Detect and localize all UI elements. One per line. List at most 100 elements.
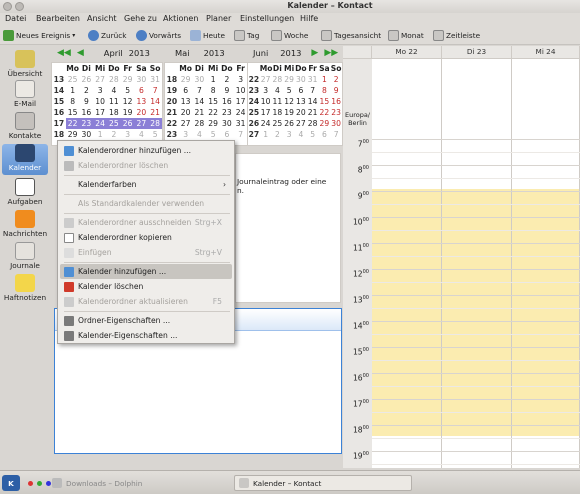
- day-cell[interactable]: 12: [121, 96, 135, 107]
- day-cell[interactable]: 15: [66, 107, 80, 118]
- day-cell[interactable]: 4: [135, 129, 149, 140]
- week-row[interactable]: 27 1 2 3 4 5 6 7: [248, 129, 342, 140]
- day-cell[interactable]: 3: [179, 129, 193, 140]
- day-cell[interactable]: 3: [121, 129, 135, 140]
- menu-item-add-calendar[interactable]: Kalender hinzufügen ...: [60, 264, 232, 279]
- day-cell[interactable]: 23: [330, 107, 342, 118]
- day-cell[interactable]: 9: [330, 85, 342, 96]
- day-cell[interactable]: 17: [93, 107, 107, 118]
- menu-bearbeiten[interactable]: Bearbeiten: [36, 14, 80, 23]
- taskbar-item-kontact[interactable]: Kalender – Kontact: [234, 475, 412, 491]
- taskbar-item-dolphin[interactable]: Downloads – Dolphin: [48, 475, 226, 491]
- day-cell[interactable]: 29: [179, 74, 193, 85]
- sidebar-item-aufgaben[interactable]: Aufgaben: [2, 178, 48, 206]
- month-april[interactable]: April: [104, 48, 123, 58]
- day-column-di[interactable]: [442, 59, 512, 468]
- day-cell[interactable]: 6: [295, 85, 307, 96]
- week-number[interactable]: 19: [165, 85, 179, 96]
- week-number[interactable]: 17: [52, 118, 66, 129]
- day-cell[interactable]: 3: [234, 74, 248, 85]
- week-number[interactable]: 23: [248, 85, 260, 96]
- sidebar-item-email[interactable]: E-Mail: [2, 80, 48, 108]
- day-cell[interactable]: 1: [66, 85, 80, 96]
- week-number[interactable]: 13: [52, 74, 66, 85]
- day-cell[interactable]: 5: [206, 129, 220, 140]
- day-column-mo[interactable]: [372, 59, 442, 468]
- day-cell[interactable]: 1: [319, 74, 331, 85]
- week-row[interactable]: 16 15 16 17 18 19 20 21: [52, 107, 162, 118]
- day-cell[interactable]: 5: [148, 129, 162, 140]
- day-header-mi[interactable]: Mi 24: [512, 46, 580, 59]
- menu-hilfe[interactable]: Hilfe: [300, 14, 318, 23]
- day-cell[interactable]: 29: [319, 118, 331, 129]
- week-view-button[interactable]: Woche: [271, 29, 308, 42]
- day-cell[interactable]: 13: [295, 96, 307, 107]
- day-cell[interactable]: 29: [206, 118, 220, 129]
- week-number[interactable]: 15: [52, 96, 66, 107]
- day-cell[interactable]: 25: [107, 118, 121, 129]
- day-cell[interactable]: 21: [193, 107, 207, 118]
- day-cell[interactable]: 2: [220, 74, 234, 85]
- day-cell[interactable]: 2: [107, 129, 121, 140]
- day-cell[interactable]: 8: [66, 96, 80, 107]
- day-cell[interactable]: 17: [234, 96, 248, 107]
- day-cell[interactable]: 30: [330, 118, 342, 129]
- week-number[interactable]: 22: [165, 118, 179, 129]
- day-cell[interactable]: 31: [234, 118, 248, 129]
- day-cell[interactable]: 20: [295, 107, 307, 118]
- week-number[interactable]: 26: [248, 118, 260, 129]
- week-row[interactable]: 233456789: [248, 85, 342, 96]
- day-cell[interactable]: 18: [107, 107, 121, 118]
- menu-einstellungen[interactable]: Einstellungen: [240, 14, 294, 23]
- day-cell[interactable]: 26: [80, 74, 94, 85]
- day-cell[interactable]: 6: [319, 129, 331, 140]
- day-cell[interactable]: 31: [148, 74, 162, 85]
- year-juni[interactable]: 2013: [280, 48, 301, 58]
- menu-item-cut-folder[interactable]: Kalenderordner ausschneiden Strg+X: [60, 215, 232, 230]
- day-cell[interactable]: 23: [79, 118, 94, 129]
- day-cell[interactable]: 4: [272, 85, 284, 96]
- day-cell[interactable]: 7: [234, 129, 248, 140]
- sidebar-item-journale[interactable]: Journale: [2, 242, 48, 270]
- menu-item-copy-folder[interactable]: Kalenderordner kopieren: [60, 230, 232, 245]
- week-row[interactable]: 26 24 25 26 27 28 29 30: [248, 118, 342, 129]
- day-cell[interactable]: 16: [330, 96, 342, 107]
- day-cell[interactable]: 10: [93, 96, 107, 107]
- day-cell[interactable]: 26: [120, 118, 135, 129]
- menu-planer[interactable]: Planer: [206, 14, 231, 23]
- week-row[interactable]: 13 25 26 27 28 29 30 31: [52, 74, 162, 85]
- menu-aktionen[interactable]: Aktionen: [163, 14, 198, 23]
- week-number[interactable]: 21: [165, 107, 179, 118]
- day-cell[interactable]: 1: [93, 129, 107, 140]
- new-event-button[interactable]: Neues Ereignis ▾: [3, 29, 75, 42]
- day-cell[interactable]: 23: [220, 107, 234, 118]
- menu-gehe-zu[interactable]: Gehe zu: [124, 14, 157, 23]
- week-row[interactable]: 15 8 9 10 11 12 13 14: [52, 96, 162, 107]
- sidebar-item-haftnotizen[interactable]: Haftnotizen: [2, 274, 48, 302]
- day-cell[interactable]: 21: [307, 107, 319, 118]
- day-header-mo[interactable]: Mo 22: [372, 46, 442, 59]
- day-cell[interactable]: 10: [234, 85, 248, 96]
- month-view-button[interactable]: Monat: [388, 29, 424, 42]
- year-mai[interactable]: 2013: [204, 48, 225, 58]
- day-cell[interactable]: 28: [307, 118, 319, 129]
- week-row[interactable]: 14 1 2 3 4 5 6 7: [52, 85, 162, 96]
- day-cell[interactable]: 30: [135, 74, 149, 85]
- day-cell[interactable]: 4: [107, 85, 121, 96]
- week-number[interactable]: 27: [248, 129, 260, 140]
- day-cell[interactable]: 9: [80, 96, 94, 107]
- day-cell[interactable]: 9: [220, 85, 234, 96]
- menu-item-add-folder[interactable]: Kalenderordner hinzufügen ...: [60, 143, 232, 158]
- day-cell[interactable]: 7: [330, 129, 342, 140]
- week-row[interactable]: 25 17 18 19 20 21 22 23: [248, 107, 342, 118]
- day-cell[interactable]: 13: [179, 96, 193, 107]
- day-cell[interactable]: 27: [260, 74, 272, 85]
- day-cell[interactable]: 15: [319, 96, 331, 107]
- day-cell[interactable]: 7: [307, 85, 319, 96]
- week-number[interactable]: 23: [165, 129, 179, 140]
- menu-item-set-default[interactable]: Als Standardkalender verwenden: [60, 196, 232, 211]
- month-mai[interactable]: Mai: [175, 48, 190, 58]
- day-cell[interactable]: 11: [107, 96, 121, 107]
- day-cell[interactable]: 22: [319, 107, 331, 118]
- week-number[interactable]: 18: [165, 74, 179, 85]
